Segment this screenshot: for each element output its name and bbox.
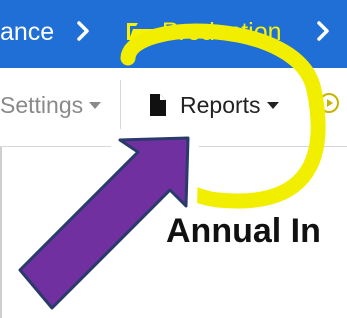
- file-icon: [150, 94, 166, 116]
- circle-play-icon[interactable]: [318, 92, 340, 114]
- breadcrumb-current-label: Production: [162, 18, 282, 46]
- reports-dropdown[interactable]: Reports: [150, 92, 279, 119]
- main-content: Annual In: [0, 147, 347, 318]
- toolbar-divider: [120, 80, 121, 132]
- folder-open-icon: [127, 23, 153, 40]
- screenshot-stage: ance Production Settings Reports Annual …: [0, 0, 347, 318]
- toolbar: Settings Reports: [0, 68, 347, 147]
- breadcrumb-item-previous[interactable]: ance: [0, 18, 54, 47]
- chevron-down-icon: [266, 102, 279, 109]
- chevron-down-icon: [89, 102, 102, 109]
- content-divider: [0, 147, 2, 318]
- chevron-right-icon: [77, 21, 89, 41]
- settings-dropdown[interactable]: Settings: [0, 92, 102, 119]
- breadcrumb: ance Production: [0, 0, 347, 68]
- page-title: Annual In: [166, 212, 321, 250]
- reports-label: Reports: [180, 92, 261, 118]
- chevron-right-icon: [317, 21, 329, 41]
- settings-label: Settings: [0, 92, 84, 118]
- breadcrumb-item-current[interactable]: Production: [126, 18, 282, 47]
